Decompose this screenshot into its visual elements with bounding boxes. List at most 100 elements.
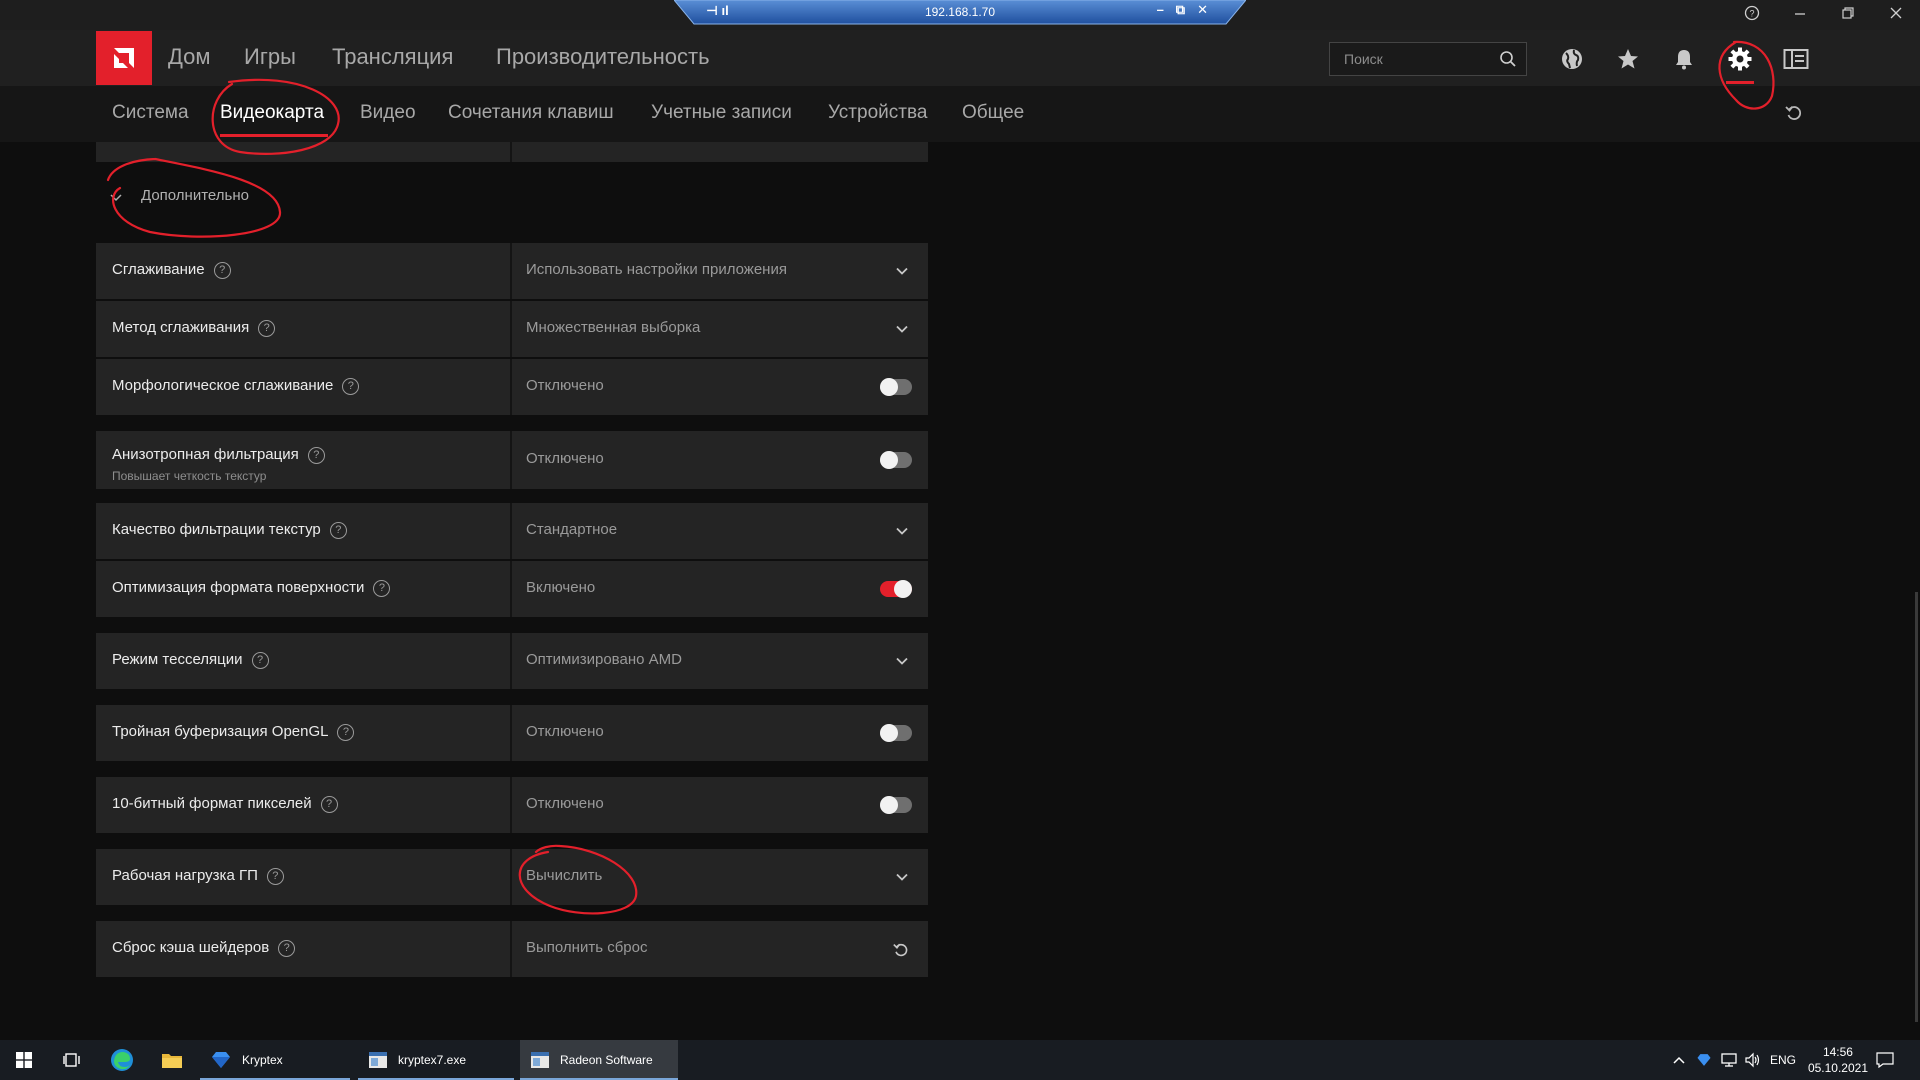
settings-active-indicator [1726,81,1754,84]
scrollbar-thumb[interactable] [1915,592,1918,1022]
help-icon[interactable]: ? [213,262,231,279]
help-icon[interactable]: ? [307,447,325,464]
svg-text:?: ? [1749,8,1754,18]
shader-cache-reset-button[interactable]: Выполнить сброс [512,921,928,977]
kryptex-icon [212,1052,230,1068]
tray-expand-chevron-icon[interactable] [1672,1040,1686,1080]
taskbar-app-label: kryptex7.exe [398,1053,467,1067]
tab-devices[interactable]: Устройства [828,102,927,124]
setting-label: Морфологическое сглаживание [112,377,334,394]
help-icon[interactable]: ? [329,522,347,539]
setting-value: Стандартное [526,521,618,538]
anisotropic-toggle[interactable] [880,451,912,469]
volume-icon[interactable] [1744,1040,1762,1080]
setting-value: Оптимизировано AMD [526,651,682,668]
bell-icon[interactable] [1669,44,1699,74]
help-icon[interactable]: ? [251,652,269,669]
nav-streaming[interactable]: Трансляция [332,44,453,70]
taskbar-clock[interactable]: 14:56 05.10.2021 [1808,1044,1868,1076]
rdp-close-icon[interactable]: ✕ [1197,2,1208,18]
active-tab-underline [220,134,328,137]
tab-hotkeys[interactable]: Сочетания клавиш [448,102,614,124]
taskbar-app-kryptex[interactable]: Kryptex [200,1040,350,1080]
file-explorer-icon[interactable] [148,1040,196,1080]
taskbar-app-label: Kryptex [242,1053,283,1067]
setting-row-texture-quality: Качество фильтрации текстур? Стандартное [96,503,928,559]
exe-window-icon [369,1052,387,1068]
windows-start-icon[interactable] [0,1040,48,1080]
setting-label: Сглаживание [112,261,205,278]
help-icon[interactable]: ? [258,320,276,337]
rdp-minimize-icon[interactable]: – [1157,2,1164,18]
help-icon[interactable]: ? [278,940,296,957]
advanced-label: Дополнительно [141,187,249,204]
content-scrollbar[interactable] [1912,142,1920,1040]
window-controls: ? [1728,0,1920,30]
help-icon[interactable]: ? [342,378,360,395]
minimize-icon[interactable] [1776,6,1824,25]
reset-all-icon[interactable] [1784,103,1804,128]
search-input[interactable] [1330,43,1490,75]
taskbar-app-kryptex-exe[interactable]: kryptex7.exe [358,1040,514,1080]
help-icon[interactable]: ? [266,868,284,885]
nav-performance[interactable]: Производительность [496,44,710,70]
tab-general[interactable]: Общее [962,102,1024,124]
star-icon[interactable] [1613,44,1643,74]
search-box [1329,42,1527,76]
setting-row-10bit-pixel: 10-битный формат пикселей? Отключено [96,777,928,833]
setting-value: Отключено [526,450,604,467]
toggle-knob [880,724,898,742]
tray-kryptex-icon[interactable] [1696,1040,1712,1080]
help-icon[interactable]: ? [1728,5,1776,26]
chevron-down-icon [896,527,908,535]
settings-tabs: Система Видеокарта Видео Сочетания клави… [0,86,1920,142]
notifications-icon[interactable] [1876,1040,1894,1080]
search-icon[interactable] [1499,50,1517,73]
setting-value: Множественная выборка [526,319,701,336]
help-icon[interactable]: ? [337,724,355,741]
nav-home[interactable]: Дом [168,44,211,70]
setting-row-triple-buffering: Тройная буферизация OpenGL? Отключено [96,705,928,761]
help-icon[interactable]: ? [320,796,338,813]
restore-icon[interactable] [1824,6,1872,25]
setting-label: Сброс кэша шейдеров [112,939,270,956]
setting-label: 10-битный формат пикселей [112,795,312,812]
nav-games[interactable]: Игры [244,44,296,70]
tab-graphics[interactable]: Видеокарта [220,102,324,124]
10bit-pixel-toggle[interactable] [880,796,912,814]
tessellation-dropdown[interactable]: Оптимизировано AMD [512,633,928,689]
antialiasing-dropdown[interactable]: Использовать настройки приложения [512,243,928,299]
setting-sublabel: Повышает четкость текстур [112,469,267,483]
chevron-down-icon [896,873,908,881]
setting-row-shader-cache: Сброс кэша шейдеров? Выполнить сброс [96,921,928,977]
help-icon[interactable]: ? [373,580,391,597]
triple-buffering-toggle[interactable] [880,724,912,742]
network-icon[interactable] [1720,1040,1738,1080]
chevron-down-icon [896,325,908,333]
setting-value: Отключено [526,377,604,394]
settings-gear-icon[interactable] [1725,44,1755,74]
gpu-workload-dropdown[interactable]: Вычислить [512,849,928,905]
rdp-restore-icon[interactable]: ⧉ [1176,2,1185,18]
taskbar-app-radeon-software[interactable]: Radeon Software [520,1040,678,1080]
setting-label: Метод сглаживания [112,319,250,336]
edge-browser-icon[interactable] [98,1040,146,1080]
tab-video[interactable]: Видео [360,102,416,124]
surface-format-toggle[interactable] [880,580,912,598]
antialiasing-method-dropdown[interactable]: Множественная выборка [512,301,928,357]
morphological-aa-toggle[interactable] [880,378,912,396]
toggle-knob [880,378,898,396]
tab-system[interactable]: Система [112,102,189,124]
setting-label: Качество фильтрации текстур [112,521,321,538]
close-icon[interactable] [1872,6,1920,25]
amd-logo[interactable] [96,31,152,85]
taskbar-app-label: Radeon Software [560,1053,653,1067]
texture-quality-dropdown[interactable]: Стандартное [512,503,928,559]
sidebar-panel-icon[interactable] [1781,44,1811,74]
input-language[interactable]: ENG [1770,1040,1796,1080]
globe-icon[interactable] [1557,44,1587,74]
tab-accounts[interactable]: Учетные записи [651,102,792,124]
setting-label: Рабочая нагрузка ГП [112,867,258,884]
chevron-down-icon [896,657,908,665]
task-view-icon[interactable] [48,1040,96,1080]
